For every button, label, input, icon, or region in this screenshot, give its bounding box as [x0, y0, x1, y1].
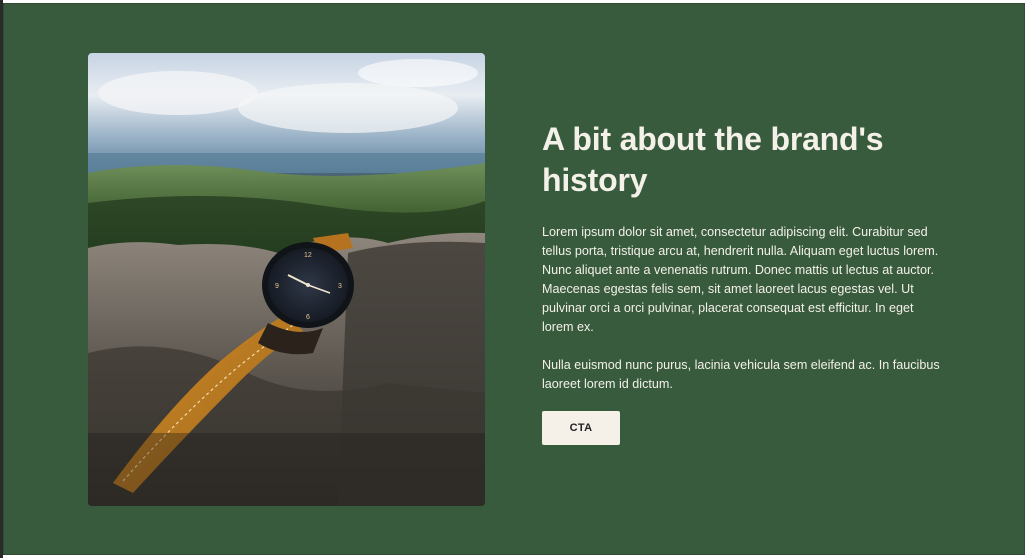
history-paragraph-2: Nulla euismod nunc purus, lacinia vehicu… [542, 358, 940, 391]
history-content: A bit about the brand's history Lorem ip… [542, 119, 942, 445]
cta-button[interactable]: CTA [542, 411, 620, 445]
history-paragraph-1: Lorem ipsum dolor sit amet, consectetur … [542, 225, 939, 334]
brand-history-section: 12 3 6 9 A bit about the brand's history… [3, 3, 1025, 555]
svg-text:9: 9 [275, 283, 279, 290]
svg-text:6: 6 [306, 314, 310, 321]
wristwatch-photo-icon: 12 3 6 9 [88, 53, 485, 506]
brand-photo: 12 3 6 9 [88, 53, 485, 506]
svg-text:12: 12 [304, 252, 312, 259]
svg-text:3: 3 [338, 283, 342, 290]
section-title: A bit about the brand's history [542, 121, 884, 198]
